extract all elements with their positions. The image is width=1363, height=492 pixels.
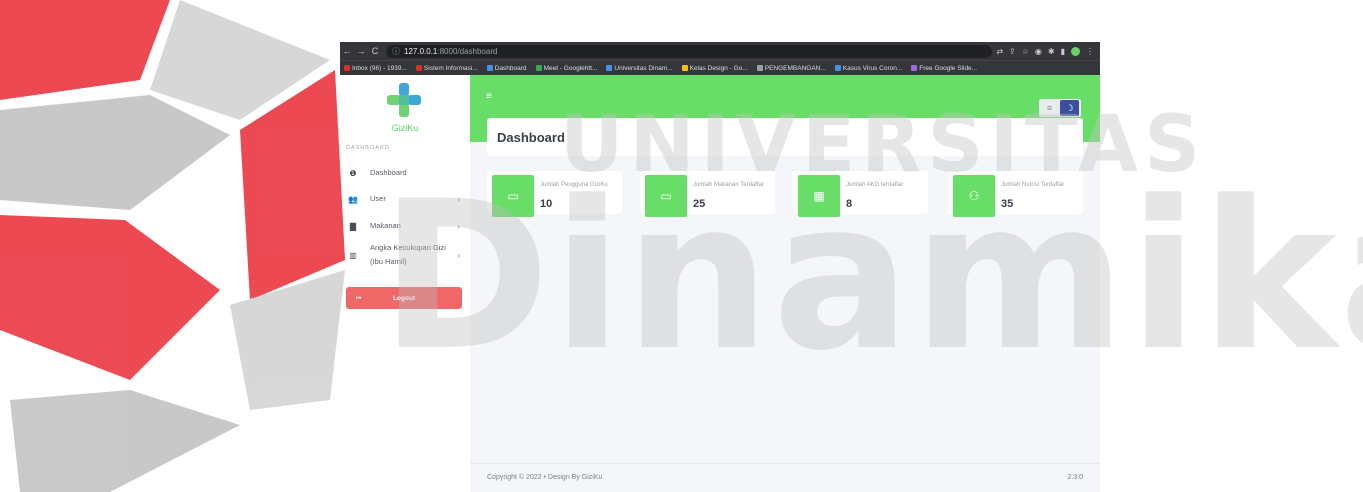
bookmark-favicon-icon [535, 64, 542, 71]
bookmark-item[interactable]: Dashboard [486, 64, 527, 72]
url-path: :8000/dashboard [437, 46, 498, 56]
sidebar-section-label: DASHBOARD [346, 145, 390, 151]
sidebar-item-akg[interactable]: ▥ Angka Kecukupan Gizi (Ibu Hamil) › [340, 237, 470, 273]
stat-card-makanan: ▭ Jumlah Makanan Terdaftar 25 [640, 171, 775, 217]
bookmark-item[interactable]: Meet - Googlehtt... [535, 64, 598, 72]
url-host: 127.0.0.1 [404, 46, 438, 56]
book-open-icon: ▥ [349, 250, 357, 260]
stat-card-akg: ▦ Jumlah AKG terdaftar 8 [793, 171, 928, 217]
logout-label: Logout [392, 294, 416, 302]
stat-label: Jumlah Nutrisi Terdaftar [1001, 182, 1065, 188]
chevron-right-icon: › [457, 250, 460, 260]
stat-value: 35 [1001, 198, 1014, 210]
app-body: GiziKu DASHBOARD ❶ Dashboard 👥 User › ▇ … [340, 75, 1100, 492]
book-icon: ▇ [349, 221, 357, 231]
bookmark-label: Free Google Slide... [919, 64, 978, 72]
bookmark-favicon-icon [834, 64, 841, 71]
giziku-logo-icon [387, 83, 421, 117]
id-card-icon: ▭ [492, 175, 534, 217]
reload-icon[interactable]: C [368, 46, 382, 56]
sidebar-item-label: Makanan [370, 220, 401, 230]
bookmark-label: Sistem Informasi... [423, 64, 478, 72]
bookmarks-bar: Inbox (96) - 1939... Sistem Informasi... D… [340, 60, 1100, 75]
puzzle-icon[interactable]: ✱ [1048, 47, 1055, 56]
extension-icon[interactable]: ◉ [1035, 47, 1042, 56]
chevron-right-icon: › [457, 194, 460, 204]
stat-card-nutrisi: ⚇ Jumlah Nutrisi Terdaftar 35 [948, 171, 1083, 217]
translate-icon[interactable]: ⇄ [996, 47, 1003, 56]
bookmark-item[interactable]: Kelas Design - Go... [681, 64, 748, 72]
page-title: Dashboard [497, 130, 565, 145]
bookmark-item[interactable]: Free Google Slide... [911, 65, 977, 72]
chevron-right-icon: › [457, 221, 460, 231]
footer: Copyright © 2022 • Design By GiziKu 2.3.… [470, 463, 1100, 492]
menu-dots-icon[interactable]: ⋮ [1086, 47, 1094, 56]
bookmark-item[interactable]: Universitas Dinam... [606, 64, 673, 72]
people-icon: ⚇ [953, 175, 995, 217]
bookmark-favicon-icon [415, 64, 422, 71]
back-arrow-icon[interactable]: ← [340, 46, 354, 56]
bookmark-favicon-icon [756, 64, 763, 71]
sidebar-item-user[interactable]: 👥 User › [340, 188, 470, 210]
bookmark-item[interactable]: Kasus Virus Coron... [834, 64, 903, 72]
bookmark-favicon-icon [911, 64, 918, 71]
stat-value: 8 [846, 198, 853, 210]
bookmark-item[interactable]: Sistem Informasi... [415, 64, 478, 72]
main-content: ≡ ≡ ☽ Dashboard ▭ Jumlah Pengguna GiziKu… [470, 75, 1100, 492]
brand-name: GiziKu [391, 123, 419, 133]
bookmark-favicon-icon [486, 64, 493, 71]
bookmark-favicon-icon [344, 64, 350, 71]
browser-extension-icons: ⇄ ⇪ ☆ ◉ ✱ ▮ ⋮ [996, 46, 1100, 56]
logout-icon: ↦ [356, 295, 362, 302]
stat-label: Jumlah Pengguna GiziKu [540, 182, 608, 188]
bookmark-label: Kasus Virus Coron... [842, 64, 903, 72]
browser-window: ← → C ⓘ 127.0.0.1:8000/dashboard ⇄ ⇪ ☆ ◉… [340, 42, 1100, 492]
stat-label: Jumlah AKG terdaftar [846, 182, 904, 188]
address-bar[interactable]: ⓘ 127.0.0.1:8000/dashboard [386, 44, 993, 58]
sidebar-item-label: Angka Kecukupan Gizi (Ibu Hamil) [370, 242, 446, 266]
bookmark-favicon-icon [681, 64, 688, 71]
bookmark-label: Dashboard [494, 64, 527, 72]
share-icon[interactable]: ⇪ [1009, 47, 1016, 56]
bookmark-favicon-icon [606, 64, 613, 71]
bookmark-label: Meet - Googlehtt... [543, 64, 598, 72]
stat-card-pengguna: ▭ Jumlah Pengguna GiziKu 10 [487, 171, 622, 217]
bookmark-label: PENGEMBANGAN... [764, 64, 826, 72]
stat-value: 10 [540, 198, 553, 210]
sidebar: GiziKu DASHBOARD ❶ Dashboard 👥 User › ▇ … [340, 75, 470, 492]
hamburger-menu-icon[interactable]: ≡ [486, 91, 492, 102]
id-card-icon: ▭ [645, 175, 687, 217]
bookmark-label: Inbox (96) - 1939... [352, 64, 407, 72]
sidebar-item-label: Dashboard [370, 167, 407, 177]
sidebar-item-makanan[interactable]: ▇ Makanan › [340, 215, 470, 237]
info-circle-icon: ❶ [349, 168, 357, 178]
bookmark-item[interactable]: PENGEMBANGAN... [756, 64, 826, 72]
stat-label: Jumlah Makanan Terdaftar [693, 182, 764, 188]
browser-toolbar: ← → C ⓘ 127.0.0.1:8000/dashboard ⇄ ⇪ ☆ ◉… [340, 42, 1100, 60]
footer-version: 2.3.0 [1067, 474, 1083, 481]
users-icon: 👥 [348, 194, 358, 204]
sidebar-item-label: User [370, 193, 386, 203]
dark-mode-moon-icon[interactable]: ☽ [1060, 100, 1079, 116]
page-header-card: Dashboard [487, 118, 1083, 156]
logout-button[interactable]: ↦ Logout [346, 287, 462, 309]
bookmark-star-icon[interactable]: ☆ [1022, 47, 1029, 56]
light-mode-icon[interactable]: ≡ [1039, 103, 1060, 113]
bookmark-label: Kelas Design - Go... [689, 64, 748, 72]
bookmark-label: Universitas Dinam... [614, 64, 673, 72]
theme-toggle[interactable]: ≡ ☽ [1039, 99, 1081, 117]
footer-copyright: Copyright © 2022 • Design By GiziKu [487, 474, 603, 481]
sidebar-item-dashboard[interactable]: ❶ Dashboard [340, 162, 470, 184]
profile-avatar-icon[interactable] [1071, 46, 1080, 56]
site-info-icon[interactable]: ⓘ [392, 46, 400, 57]
boxes-icon: ▦ [798, 175, 840, 217]
sidebar-icon[interactable]: ▮ [1061, 47, 1065, 56]
stat-value: 25 [693, 198, 706, 210]
forward-arrow-icon[interactable]: → [354, 46, 368, 56]
bookmark-item[interactable]: Inbox (96) - 1939... [344, 65, 407, 72]
